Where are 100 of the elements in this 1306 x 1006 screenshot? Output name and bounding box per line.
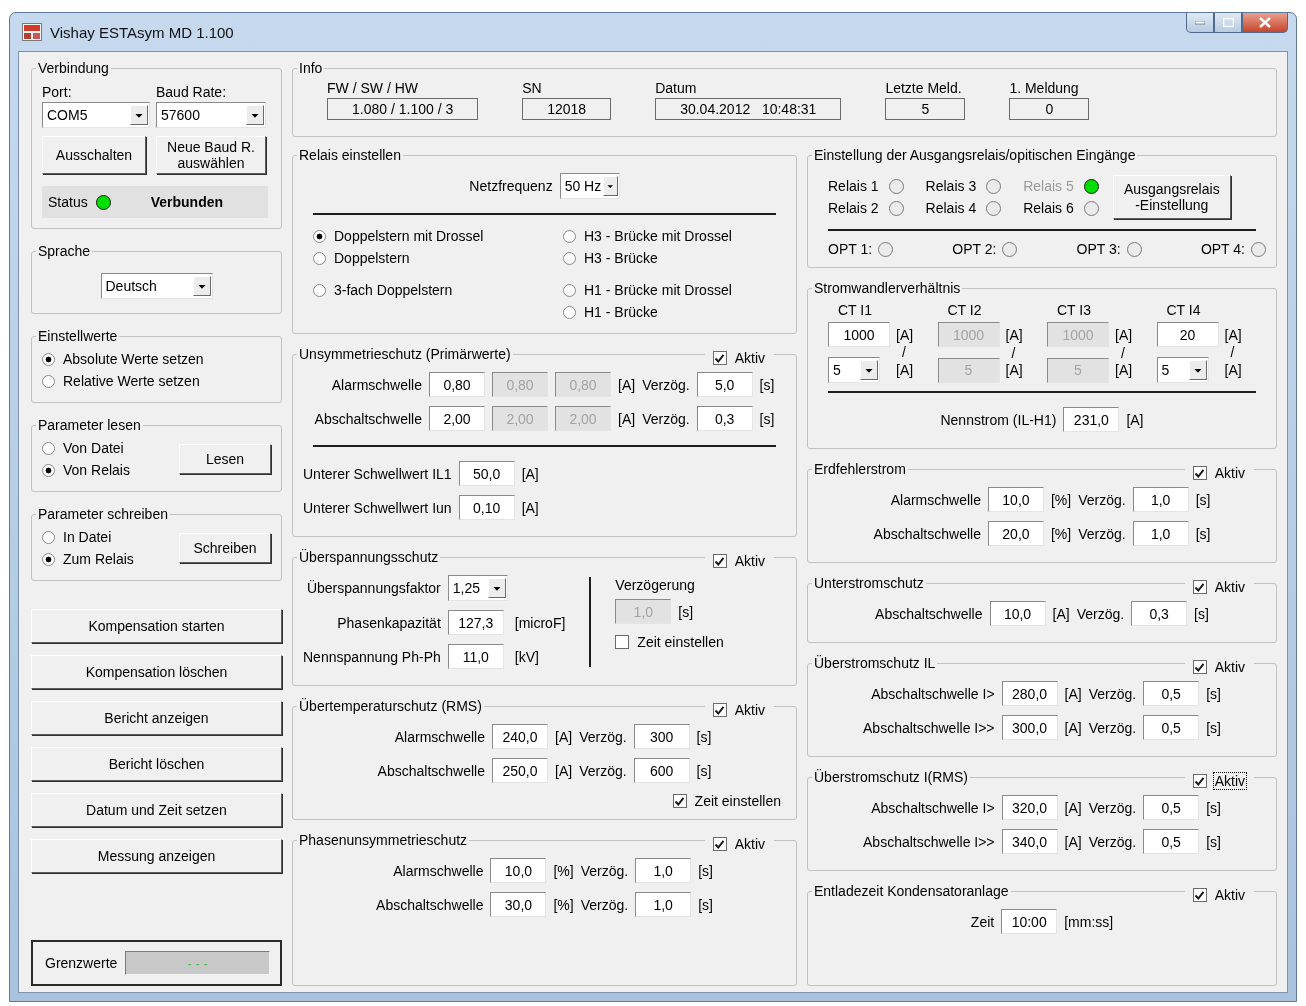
connection-button[interactable]: Neue Baud R. auswählen: [156, 136, 266, 174]
caret-icon[interactable]: [1188, 360, 1207, 380]
checkbox[interactable]: Aktiv: [704, 702, 774, 718]
dropdown[interactable]: 1,25: [447, 575, 508, 601]
input-field[interactable]: 1,0: [635, 858, 692, 883]
input-field[interactable]: 0,5: [1143, 829, 1200, 854]
input-field[interactable]: 0,5: [1143, 715, 1200, 740]
action-button[interactable]: Kompensation starten: [31, 609, 282, 643]
action-button[interactable]: Schreiben: [179, 533, 271, 563]
caret-icon[interactable]: [246, 105, 264, 125]
input-field[interactable]: 0,80: [429, 372, 485, 397]
minimize-button[interactable]: [1186, 13, 1214, 33]
close-button[interactable]: [1242, 13, 1288, 33]
input-field[interactable]: 300: [633, 724, 690, 749]
input-label: OPT 3:: [1076, 241, 1121, 257]
input-field[interactable]: 0,5: [1143, 681, 1200, 706]
input-field[interactable]: 5,0: [696, 372, 753, 397]
dropdown[interactable]: Deutsch: [100, 273, 213, 299]
radio-option[interactable]: Zum Relais: [42, 548, 134, 570]
checkbox[interactable]: Aktiv: [1184, 659, 1254, 675]
radio-option[interactable]: Von Datei: [42, 437, 130, 459]
checkbox[interactable]: Aktiv: [704, 553, 774, 569]
app-icon: [22, 23, 42, 41]
caret-icon[interactable]: [130, 105, 148, 125]
unit-label: [A]: [1064, 833, 1082, 850]
input-field[interactable]: 30,0: [490, 892, 547, 917]
input-field[interactable]: 231,0: [1063, 407, 1120, 432]
field-label: Verzög.: [1078, 525, 1126, 542]
radio-option[interactable]: 3-fach Doppelstern: [313, 279, 563, 301]
input-field[interactable]: 10,0: [987, 487, 1044, 512]
input-field[interactable]: 50,0: [458, 461, 515, 486]
action-button[interactable]: Messung anzeigen: [31, 839, 282, 873]
input-field[interactable]: 280,0: [1001, 681, 1058, 706]
action-button[interactable]: Lesen: [179, 444, 271, 474]
checkbox[interactable]: Zeit einstellen: [672, 793, 782, 809]
dropdown[interactable]: 57600: [156, 102, 266, 128]
radio-option[interactable]: H3 - Brücke mit Drossel: [563, 225, 786, 247]
relay-settings-button[interactable]: Ausgangsrelais -Einstellung: [1112, 175, 1231, 219]
input-field[interactable]: 10,0: [490, 858, 547, 883]
input-field[interactable]: 0,3: [1131, 601, 1188, 626]
caret-icon[interactable]: [487, 578, 506, 598]
dropdown[interactable]: 5: [1156, 357, 1209, 383]
checkbox[interactable]: Aktiv: [704, 350, 774, 366]
close-icon: [1259, 17, 1271, 28]
action-button[interactable]: Bericht anzeigen: [31, 701, 282, 735]
unit-label: [s]: [759, 410, 775, 427]
radio-option[interactable]: H1 - Brücke: [563, 301, 786, 323]
input-field[interactable]: 250,0: [492, 758, 548, 783]
input-field[interactable]: 340,0: [1001, 829, 1058, 854]
checkbox[interactable]: Aktiv: [1184, 465, 1254, 481]
checkbox[interactable]: Aktiv: [704, 836, 774, 852]
field-label: Verzög.: [1078, 491, 1126, 508]
input-field[interactable]: 20,0: [987, 521, 1044, 546]
caret-icon[interactable]: [603, 176, 618, 196]
status-text: Verbunden: [150, 194, 224, 210]
input-field[interactable]: 320,0: [1001, 795, 1058, 820]
input-field[interactable]: 300,0: [1001, 715, 1058, 740]
unit-label: [kV]: [514, 648, 540, 665]
connection-button[interactable]: Ausschalten: [42, 136, 146, 174]
maximize-button[interactable]: [1214, 13, 1242, 33]
input-field[interactable]: 600: [633, 758, 690, 783]
input-field[interactable]: 10:00: [1001, 909, 1058, 934]
dropdown[interactable]: COM5: [42, 102, 150, 128]
action-button[interactable]: Kompensation löschen: [31, 655, 282, 689]
input-field[interactable]: 10,0: [989, 601, 1046, 626]
field-label: Verzög.: [579, 728, 627, 745]
input-field[interactable]: 11,0: [447, 644, 504, 669]
radio-option[interactable]: Von Relais: [42, 459, 130, 481]
input-field[interactable]: 0,3: [696, 406, 753, 431]
radio-option[interactable]: Doppelstern: [313, 247, 563, 269]
input-field[interactable]: 1000: [828, 322, 890, 347]
checkbox[interactable]: Aktiv: [1184, 579, 1254, 595]
checkbox[interactable]: Zeit einstellen: [615, 634, 725, 650]
radio-option[interactable]: Doppelstern mit Drossel: [313, 225, 563, 247]
input-field[interactable]: 0,5: [1143, 795, 1200, 820]
caret-icon[interactable]: [860, 360, 878, 380]
input-field[interactable]: 1,0: [635, 892, 692, 917]
field-label: Verzög.: [1088, 719, 1137, 736]
checkbox[interactable]: Aktiv: [1184, 887, 1254, 903]
input-field[interactable]: 0,10: [458, 495, 515, 520]
relay-label: Relais 1: [828, 178, 879, 194]
radio-option[interactable]: H3 - Brücke: [563, 247, 786, 269]
dropdown[interactable]: 5: [828, 357, 880, 383]
checkbox[interactable]: Aktiv: [1184, 773, 1254, 789]
unit-label: [A]: [1064, 685, 1082, 702]
input-field[interactable]: 2,00: [429, 406, 485, 431]
radio-option[interactable]: In Datei: [42, 526, 134, 548]
radio-option[interactable]: H1 - Brücke mit Drossel: [563, 279, 786, 301]
input-field[interactable]: 127,3: [447, 610, 504, 635]
action-button[interactable]: Datum und Zeit setzen: [31, 793, 282, 827]
input-field[interactable]: 1,0: [1132, 521, 1189, 546]
input-field[interactable]: 240,0: [492, 724, 548, 749]
radio-option[interactable]: Relative Werte setzen: [42, 370, 204, 392]
input-field[interactable]: 20: [1156, 322, 1219, 347]
input-field[interactable]: 1,0: [1132, 487, 1189, 512]
dropdown[interactable]: 50 Hz: [559, 173, 620, 199]
caret-icon[interactable]: [192, 276, 211, 296]
field-label: Netzfrequenz: [469, 178, 553, 194]
action-button[interactable]: Bericht löschen: [31, 747, 282, 781]
radio-option[interactable]: Absolute Werte setzen: [42, 348, 204, 370]
